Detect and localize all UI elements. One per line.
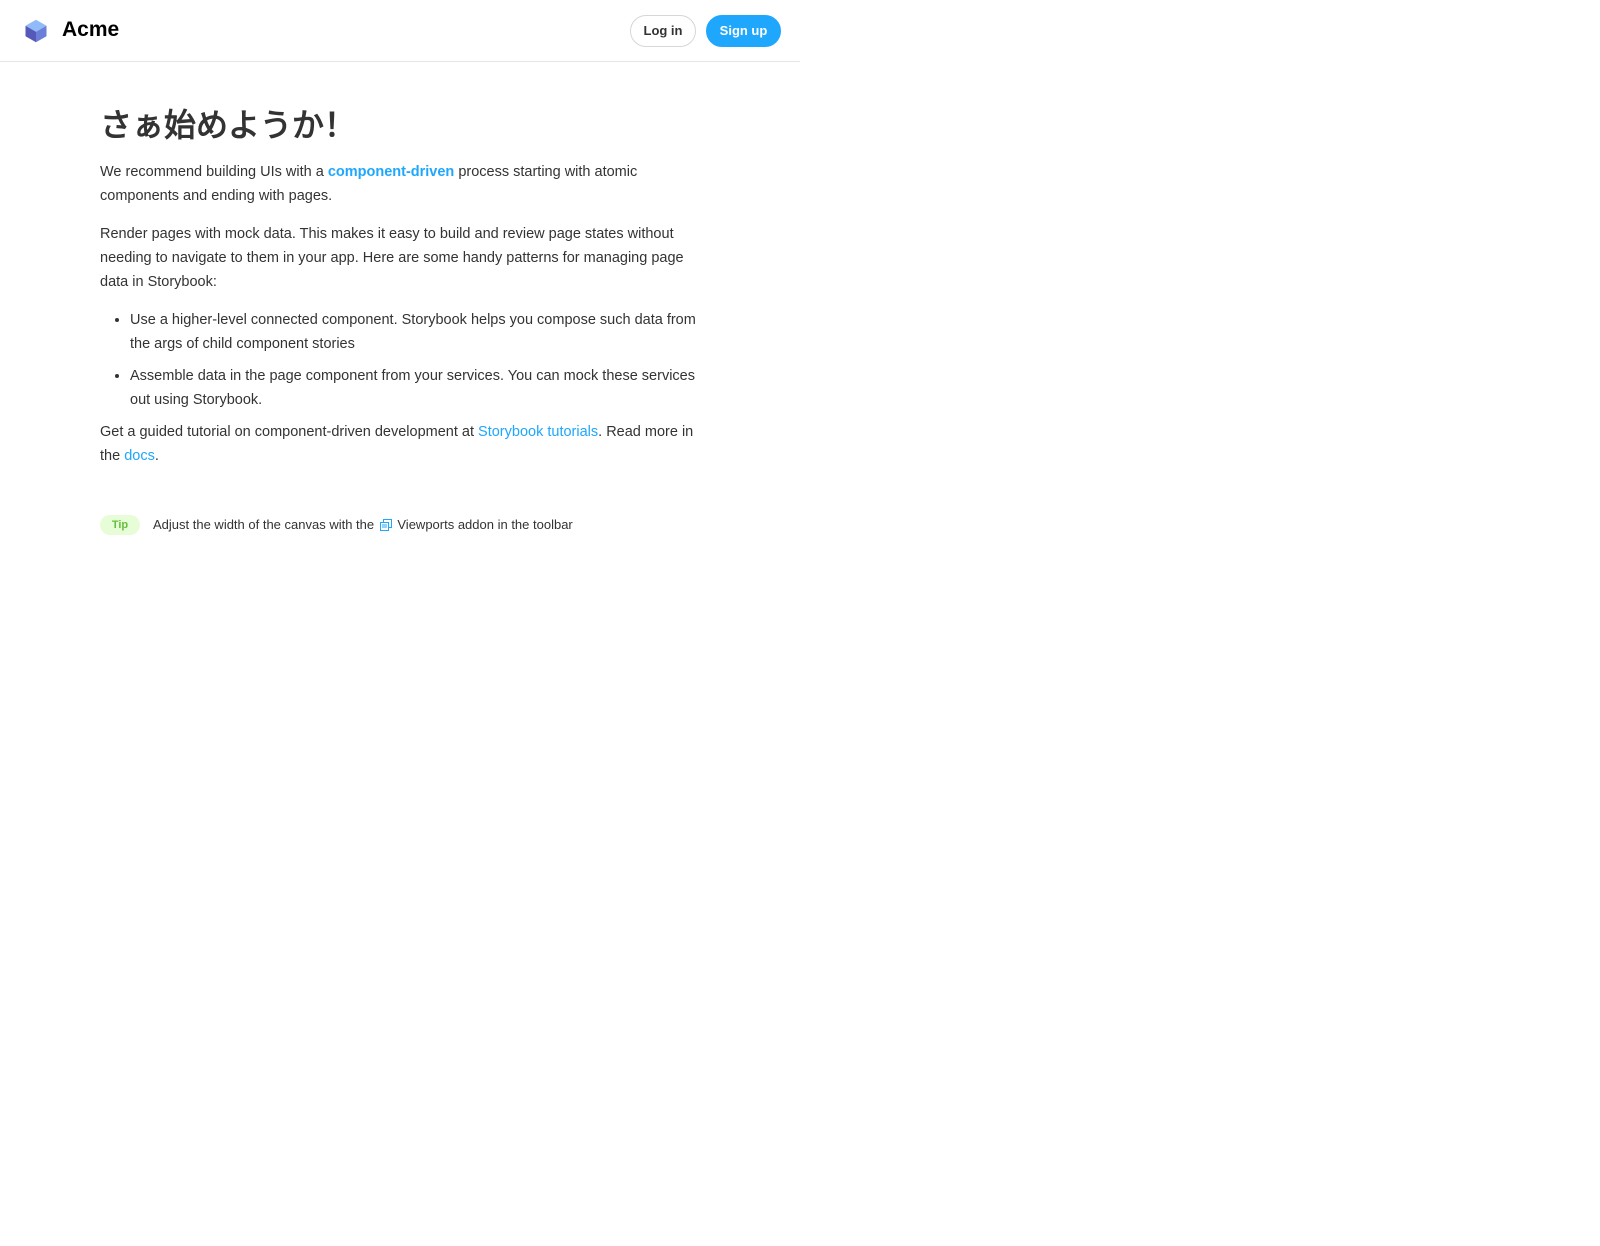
viewports-icon (379, 519, 392, 531)
acme-logo-icon (25, 19, 47, 43)
component-driven-link[interactable]: component-driven (328, 164, 454, 180)
mock-data-paragraph: Render pages with mock data. This makes … (100, 226, 684, 290)
signup-button[interactable]: Sign up (706, 15, 781, 47)
guide-text-before: Get a guided tutorial on component-drive… (100, 424, 479, 440)
page-title: さぁ始めようか！ (100, 106, 357, 144)
brand-name: Acme (62, 18, 120, 41)
list-item: Use a higher-level connected component. … (130, 308, 702, 356)
guide-text-after: . (154, 448, 159, 464)
list-item: Assemble data in the page component from… (130, 364, 702, 412)
docs-link[interactable]: docs (124, 448, 155, 464)
tip-text: Adjust the width of the canvas with the … (153, 515, 573, 535)
tip-badge: Tip (100, 515, 140, 535)
page-content: さぁ始めようか！ We recommend building UIs with … (100, 100, 702, 468)
tip-wrapper: Tip Adjust the width of the canvas with … (100, 515, 700, 535)
patterns-list: Use a higher-level connected component. … (100, 308, 702, 412)
intro-paragraph: We recommend building UIs with a compone… (100, 160, 702, 208)
tip-text-before: Adjust the width of the canvas with the (153, 517, 378, 532)
site-header: Acme Log in Sign up (0, 0, 800, 62)
intro-text-before: We recommend building UIs with a (100, 164, 328, 180)
storybook-tutorials-link[interactable]: Storybook tutorials (478, 424, 598, 440)
tip-text-after: Viewports addon in the toolbar (397, 517, 573, 532)
guide-paragraph: Get a guided tutorial on component-drive… (100, 420, 702, 468)
login-button[interactable]: Log in (630, 15, 696, 47)
